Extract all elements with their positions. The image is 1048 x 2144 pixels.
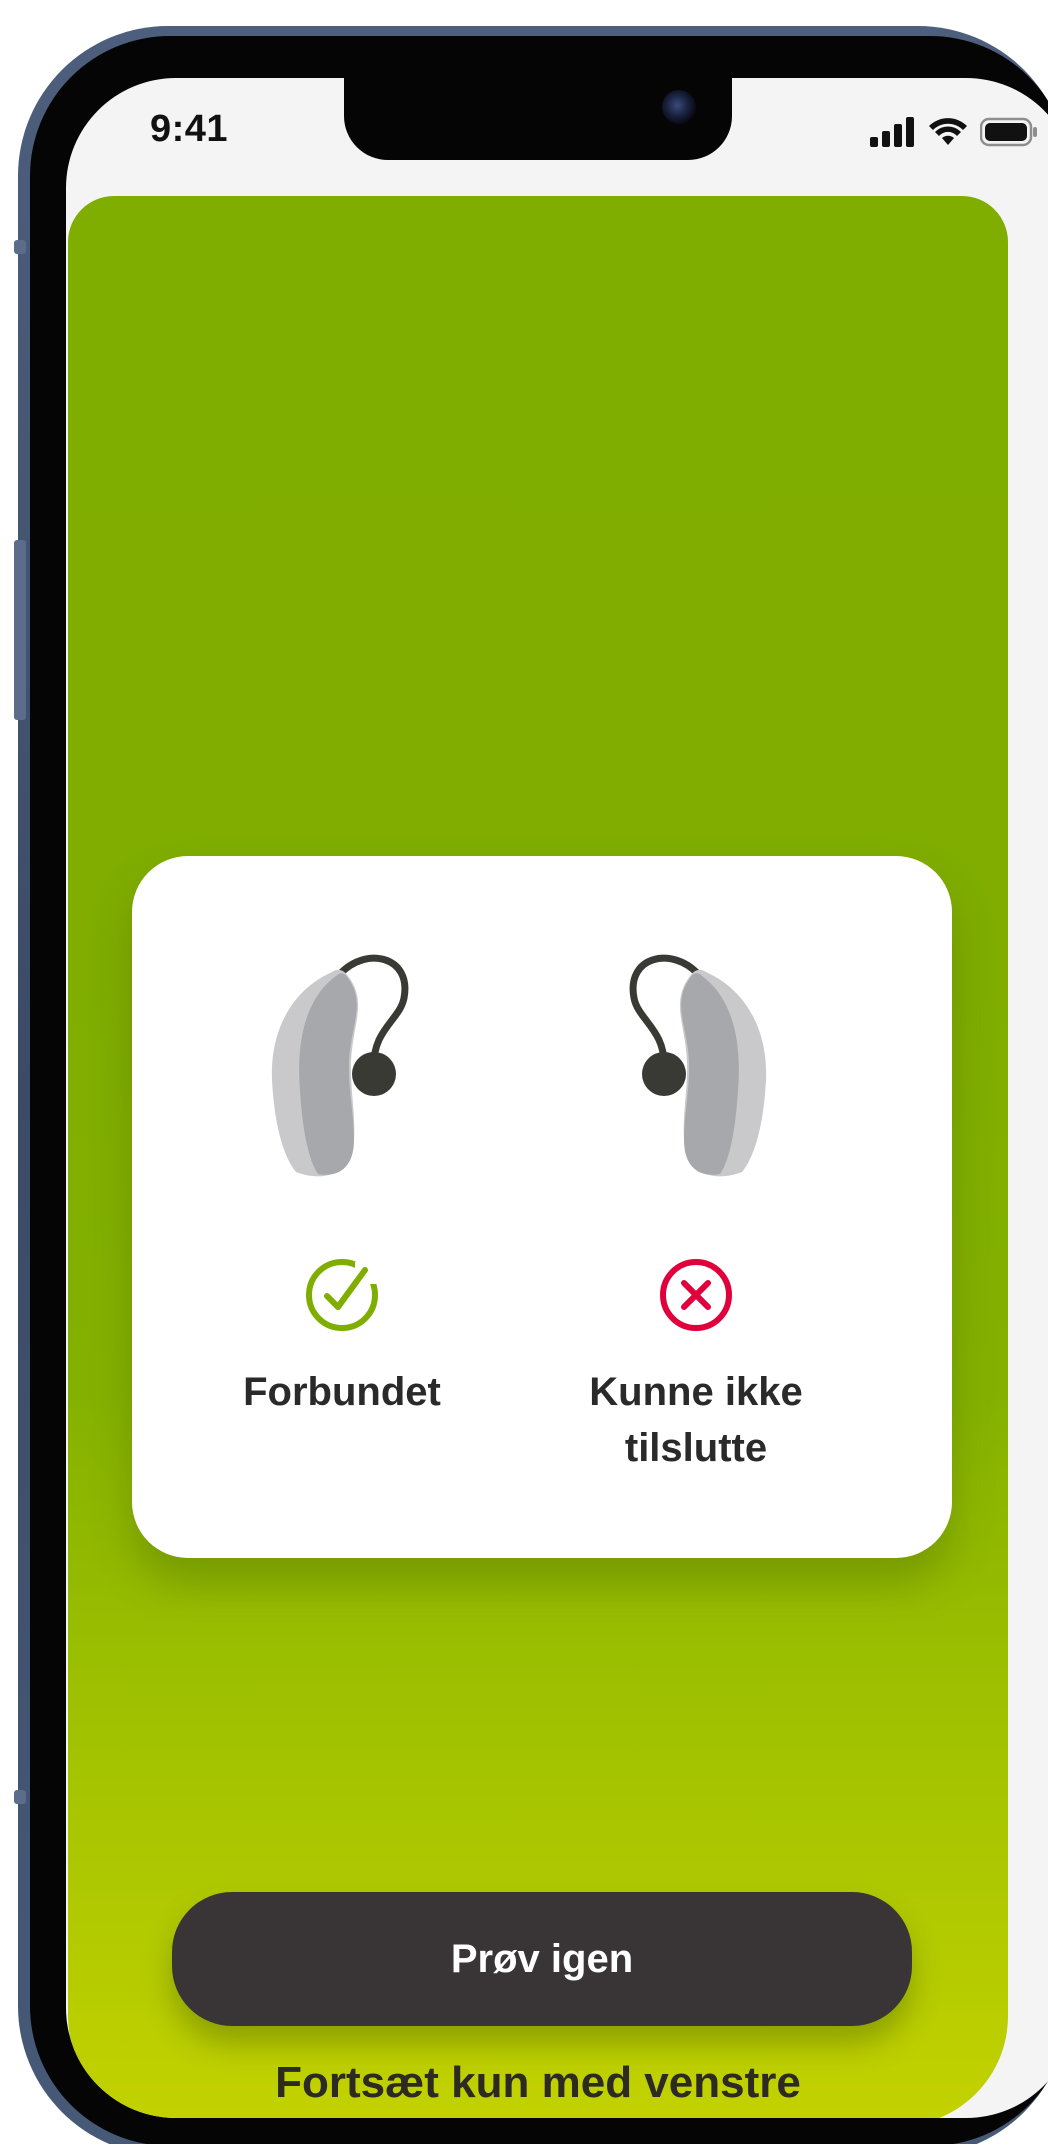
left-aid-status-label: Forbundet bbox=[243, 1370, 441, 1414]
side-button-lower bbox=[14, 1790, 26, 1804]
x-circle-icon bbox=[660, 1259, 732, 1331]
status-time: 9:41 bbox=[150, 108, 229, 150]
right-aid-status-label: Kunne ikke tilslutte bbox=[589, 1370, 803, 1470]
status-bar: 9:41 bbox=[66, 78, 1048, 198]
front-camera bbox=[662, 90, 696, 124]
side-button-volume-up bbox=[14, 540, 26, 720]
hearing-aid-left-icon bbox=[271, 954, 409, 1177]
retry-button[interactable]: Prøv igen bbox=[172, 1892, 912, 2026]
connection-panel: Forbundet Kunne ikke tilslutte Prøv igen… bbox=[68, 196, 1008, 2118]
stage: 9:41 Forbundet Kunne ikke tilslutte Prøv… bbox=[0, 0, 1048, 2144]
connection-status-card: Forbundet Kunne ikke tilslutte bbox=[132, 856, 952, 1558]
left-hearing-aid-column: Forbundet bbox=[162, 856, 522, 1558]
battery-icon bbox=[980, 117, 1037, 147]
continue-left-only-link[interactable]: Fortsæt kun med venstre bbox=[68, 2058, 1008, 2108]
screen: 9:41 Forbundet Kunne ikke tilslutte Prøv… bbox=[66, 78, 1048, 2118]
notch bbox=[344, 78, 732, 160]
status-icons bbox=[870, 112, 1038, 152]
hearing-aid-right-icon bbox=[629, 954, 767, 1177]
right-hearing-aid-column: Kunne ikke tilslutte bbox=[516, 856, 876, 1558]
side-button-action bbox=[14, 240, 26, 254]
check-circle-icon bbox=[306, 1259, 381, 1331]
wifi-icon bbox=[929, 118, 967, 145]
cellular-signal-icon bbox=[870, 117, 914, 147]
